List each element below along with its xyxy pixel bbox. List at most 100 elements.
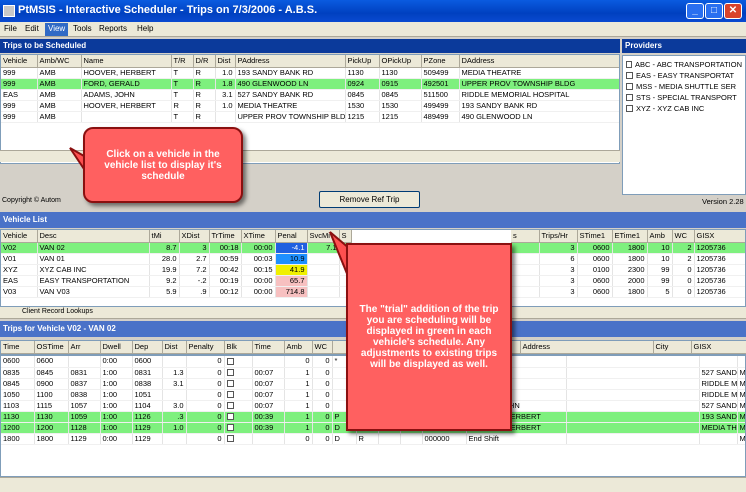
block-checkbox[interactable] <box>226 413 234 421</box>
trip-cell: 1130 <box>379 67 422 79</box>
trip-row[interactable]: 999 AMB HOOVER, HERBERT R R 1.0 MEDIA THEATRE 1… <box>1 100 619 112</box>
menu-edit[interactable]: Edit <box>25 24 39 33</box>
vehicle-col-header[interactable]: STime1 <box>577 230 613 243</box>
provider-item[interactable]: MSS - MEDIA SHUTTLE SER <box>626 81 742 92</box>
vehicle-row-right[interactable]: 6 0600 1800 10 2 1205736 <box>511 253 745 265</box>
provider-checkbox[interactable] <box>626 83 633 90</box>
minimize-button[interactable]: _ <box>686 3 704 19</box>
trip-cell: FORD, GERALD <box>81 78 172 90</box>
trips-col-header[interactable]: Amb/WC <box>37 55 82 68</box>
vehicle-col-header[interactable]: Trips/Hr <box>539 230 578 243</box>
vtrip-cell: 1104 <box>132 400 163 412</box>
block-checkbox[interactable] <box>226 380 234 388</box>
vehicle-cell: 7.2 <box>179 264 210 276</box>
vehicle-col-header[interactable]: GISX <box>694 230 745 243</box>
trip-row[interactable]: 999 AMB FORD, GERALD T R 1.8 490 GLENWOOD LN 09… <box>1 78 619 90</box>
vtrip-col-header[interactable]: Address <box>520 341 654 354</box>
window-title: PtMSIS - Interactive Scheduler - Trips o… <box>18 4 318 16</box>
block-checkbox[interactable] <box>226 369 234 377</box>
menu-tools[interactable]: Tools <box>73 24 92 33</box>
vehicle-row[interactable]: V03 VAN V03 5.9.9 00:12 00:00 714.8 <box>1 286 352 298</box>
trips-col-header[interactable]: PAddress <box>235 55 346 68</box>
vtrip-row[interactable]: 1800 1800 1129 0:00 1129 0 0 0 D R 000000 End Shift… <box>1 433 745 445</box>
menu-view[interactable]: View <box>45 23 69 36</box>
block-checkbox[interactable] <box>226 435 234 443</box>
vtrip-col-header[interactable]: GISX <box>691 341 746 354</box>
vehicle-row[interactable]: V01 VAN 01 28.0 2.7 00:59 00:03 10.9 <box>1 253 352 265</box>
vehicle-cell <box>511 253 540 265</box>
vehicle-row-right[interactable]: 3 0600 1800 5 0 1205736 <box>511 286 745 298</box>
vtrip-cell: 3.0 <box>162 400 187 412</box>
bottom-scrollbar[interactable] <box>0 477 746 492</box>
block-checkbox[interactable] <box>226 402 234 410</box>
trip-cell: AMB <box>37 111 82 123</box>
trip-row[interactable]: EAS AMB ADAMS, JOHN T R 3.1 527 SANDY BANK RD 0… <box>1 89 619 101</box>
block-checkbox[interactable] <box>226 424 234 432</box>
provider-checkbox[interactable] <box>626 94 633 101</box>
vehicle-col-header[interactable]: Amb <box>647 230 673 243</box>
trip-cell: R <box>171 100 194 112</box>
vehicle-row[interactable]: XYZ XYZ CAB INC 19.9 7.2 00:42 00:15 41.9 <box>1 264 352 276</box>
vehicle-row[interactable]: EAS EASY TRANSPORTATION 9.2 -.2 00:19 00:00 65… <box>1 275 352 287</box>
vtrip-col-header[interactable]: Arr <box>68 341 101 354</box>
vtrip-col-header[interactable]: Dwell <box>100 341 133 354</box>
vehicle-col-header[interactable]: s <box>511 230 540 243</box>
vtrip-cell: 0838 <box>132 378 163 390</box>
trips-col-header[interactable]: Dist <box>215 55 236 68</box>
vtrip-col-header[interactable]: OSTime <box>34 341 69 354</box>
remove-ref-trip-button[interactable]: Remove Ref Trip <box>319 191 420 208</box>
provider-item[interactable]: STS - SPECIAL TRANSPORT <box>626 92 742 103</box>
vtrip-col-header[interactable]: Time <box>252 341 285 354</box>
trips-col-header[interactable]: PickUp <box>345 55 380 68</box>
trip-row[interactable]: 999 AMB HOOVER, HERBERT T R 1.0 193 SANDY BANK… <box>1 67 619 79</box>
provider-checkbox[interactable] <box>626 72 633 79</box>
trips-col-header[interactable]: D/R <box>193 55 216 68</box>
vehicle-col-header[interactable]: ETime1 <box>612 230 648 243</box>
trips-col-header[interactable]: PZone <box>421 55 460 68</box>
vehicle-col-header[interactable]: Penal <box>275 230 308 243</box>
provider-checkbox[interactable] <box>626 105 633 112</box>
vtrip-col-header[interactable]: WC <box>312 341 333 354</box>
trips-col-header[interactable]: Vehicle <box>1 55 38 68</box>
menu-file[interactable]: File <box>4 24 17 33</box>
vtrip-col-header[interactable]: Blk <box>224 341 253 354</box>
menu-reports[interactable]: Reports <box>99 24 127 33</box>
vtrip-cell: 0837 <box>68 378 101 390</box>
vtrip-col-header[interactable]: City <box>653 341 692 354</box>
block-checkbox[interactable] <box>226 357 234 365</box>
vtrip-col-header[interactable]: Penalty <box>186 341 225 354</box>
provider-item[interactable]: XYZ - XYZ CAB INC <box>626 103 742 114</box>
vehicle-col-header[interactable]: Vehicle <box>1 230 38 243</box>
trips-col-header[interactable]: DAddress <box>459 55 619 68</box>
provider-item[interactable]: EAS - EASY TRANSPORTAT <box>626 70 742 81</box>
maximize-button[interactable]: □ <box>705 3 723 19</box>
vtrip-cell: 0 <box>312 378 333 390</box>
vtrip-cell: MEDIA <box>737 422 745 434</box>
trip-row[interactable]: 999 AMB T R UPPER PROV TOWNSHIP BLDG 1215 1215… <box>1 111 619 123</box>
vehicle-row-right[interactable]: 3 0100 2300 99 0 1205736 <box>511 264 745 276</box>
vtrip-cell: 0 <box>284 433 313 445</box>
vehicle-cell: 28.0 <box>149 253 180 265</box>
provider-item[interactable]: ABC - ABC TRANSPORTATION <box>626 59 742 70</box>
provider-checkbox[interactable] <box>626 61 633 68</box>
close-button[interactable]: ✕ <box>724 3 742 19</box>
trips-col-header[interactable]: T/R <box>171 55 194 68</box>
trip-cell: AMB <box>37 89 82 101</box>
vtrip-col-header[interactable]: Amb <box>284 341 313 354</box>
menu-help[interactable]: Help <box>137 24 153 33</box>
vtrip-col-header[interactable]: Dep <box>132 341 163 354</box>
client-record-lookups[interactable]: Client Record Lookups <box>22 308 93 315</box>
vtrip-col-header[interactable]: Time <box>1 341 35 354</box>
vehicle-col-header[interactable]: WC <box>672 230 695 243</box>
provider-label: MSS - MEDIA SHUTTLE SER <box>636 82 737 91</box>
trips-col-header[interactable]: Name <box>81 55 172 68</box>
vtrip-cell <box>566 367 700 379</box>
vehicle-row-right[interactable]: 3 0600 1800 10 2 1205736 <box>511 242 745 254</box>
vtrip-col-header[interactable]: Dist <box>162 341 187 354</box>
trips-col-header[interactable]: OPickUp <box>379 55 422 68</box>
vtrip-cell: MEDIA <box>737 389 745 401</box>
vtrip-cell: 00:07 <box>252 400 285 412</box>
block-checkbox[interactable] <box>226 391 234 399</box>
providers-list[interactable]: ABC - ABC TRANSPORTATION EAS - EASY TRANS… <box>622 55 746 195</box>
vehicle-row-right[interactable]: 3 0600 2000 99 0 1205736 <box>511 275 745 287</box>
